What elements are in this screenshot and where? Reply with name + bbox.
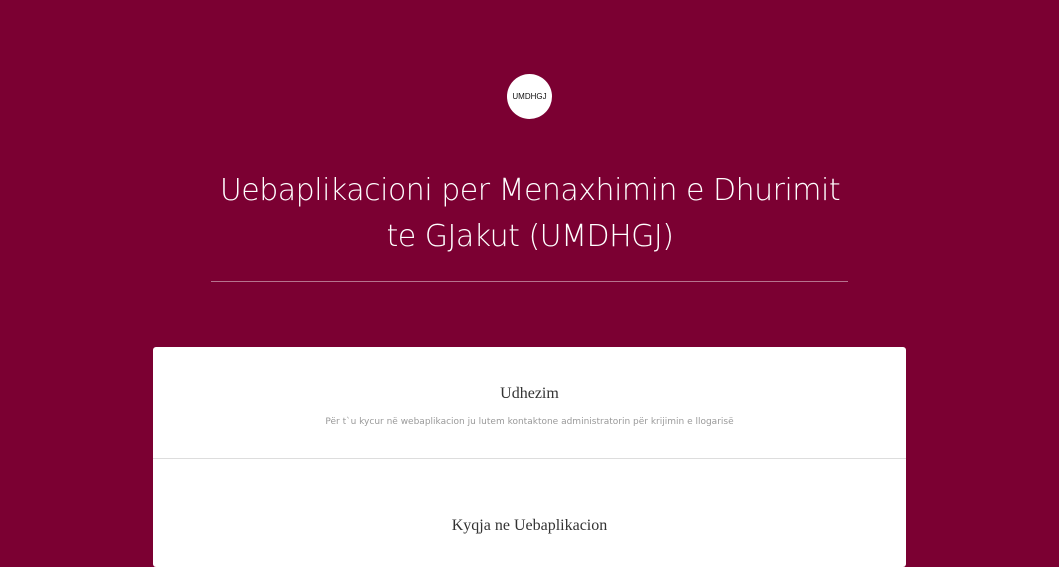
page-title-line-1: Uebaplikacioni per Menaxhimin e Dhurimit xyxy=(219,173,841,208)
logo-text: UMDHGJ xyxy=(512,92,547,101)
page-title-line-2: te GJakut (UMDHGJ) xyxy=(386,219,674,254)
logo: UMDHGJ xyxy=(507,74,552,119)
instructions-section: Udhezim Për t`u kycur në webaplikacion j… xyxy=(153,347,906,459)
login-section: Kyqja ne Uebaplikacion xyxy=(153,459,906,535)
main-card: Udhezim Për t`u kycur në webaplikacion j… xyxy=(153,347,906,567)
login-heading: Kyqja ne Uebaplikacion xyxy=(451,517,608,534)
instructions-heading: Udhezim xyxy=(500,385,559,402)
instructions-text: Për t`u kycur në webaplikacion ju lutem … xyxy=(325,417,734,427)
page-title: Uebaplikacioni per Menaxhimin e Dhurimit… xyxy=(150,168,910,260)
header-divider xyxy=(211,281,848,282)
